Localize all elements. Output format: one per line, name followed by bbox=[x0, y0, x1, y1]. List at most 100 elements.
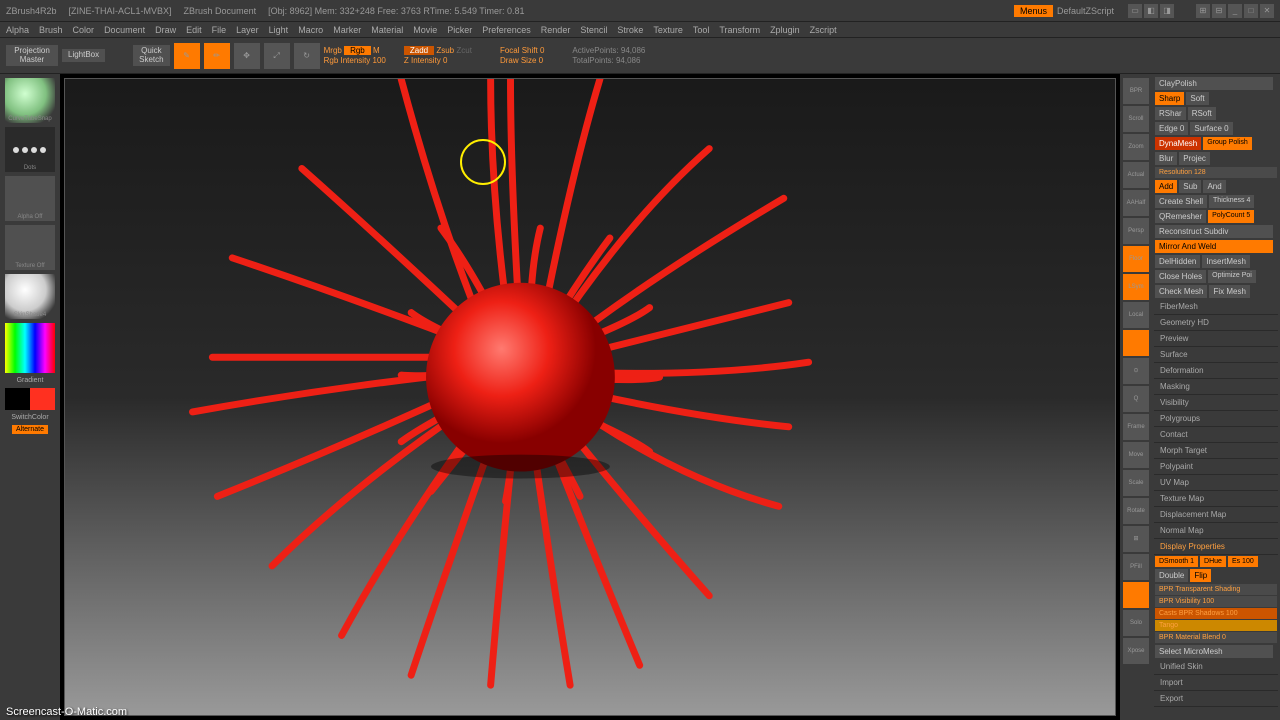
section-normalmap[interactable]: Normal Map bbox=[1154, 523, 1278, 539]
scale-button[interactable]: ⤢ bbox=[264, 43, 290, 69]
section-fibermesh[interactable]: FiberMesh bbox=[1154, 299, 1278, 315]
add-button[interactable]: Add bbox=[1155, 180, 1177, 193]
menu-color[interactable]: Color bbox=[73, 25, 95, 35]
mrgb-label[interactable]: Mrgb bbox=[324, 46, 342, 55]
sub-button[interactable]: Sub bbox=[1179, 180, 1201, 193]
menu-file[interactable]: File bbox=[212, 25, 227, 35]
lightbox-button[interactable]: LightBox bbox=[62, 49, 105, 62]
bpr-vis[interactable]: BPR Visibility 100 bbox=[1155, 596, 1277, 607]
rgb-intensity[interactable]: Rgb Intensity 100 bbox=[324, 56, 386, 65]
close-icon[interactable]: ✕ bbox=[1260, 4, 1274, 18]
zoom-button[interactable]: Zoom bbox=[1123, 134, 1149, 160]
closeholes[interactable]: Close Holes bbox=[1155, 270, 1206, 283]
win-icon[interactable]: ⊞ bbox=[1196, 4, 1210, 18]
section-surface[interactable]: Surface bbox=[1154, 347, 1278, 363]
local-button[interactable]: Local bbox=[1123, 302, 1149, 328]
menu-texture[interactable]: Texture bbox=[653, 25, 683, 35]
section-texturemap[interactable]: Texture Map bbox=[1154, 491, 1278, 507]
switchcolor-label[interactable]: SwitchColor bbox=[11, 414, 48, 421]
zsub-label[interactable]: Zsub bbox=[436, 46, 454, 55]
gradient-label[interactable]: Gradient bbox=[17, 377, 44, 384]
frame-button[interactable]: Frame bbox=[1123, 414, 1149, 440]
move-button[interactable]: Move bbox=[1123, 442, 1149, 468]
section-visibility[interactable]: Visibility bbox=[1154, 395, 1278, 411]
menu-tool[interactable]: Tool bbox=[693, 25, 710, 35]
menu-transform[interactable]: Transform bbox=[719, 25, 760, 35]
menu-stencil[interactable]: Stencil bbox=[580, 25, 607, 35]
section-polygroups[interactable]: Polygroups bbox=[1154, 411, 1278, 427]
zadd-button[interactable]: Zadd bbox=[404, 46, 434, 55]
grid-button[interactable]: ⊞ bbox=[1123, 526, 1149, 552]
and-button[interactable]: And bbox=[1203, 180, 1225, 193]
section-geometryhd[interactable]: Geometry HD bbox=[1154, 315, 1278, 331]
menu-layer[interactable]: Layer bbox=[236, 25, 259, 35]
alternate-button[interactable]: Alternate bbox=[12, 425, 48, 434]
dhue[interactable]: DHue bbox=[1200, 556, 1226, 567]
xpose-button[interactable]: Xpose bbox=[1123, 638, 1149, 664]
menu-render[interactable]: Render bbox=[541, 25, 571, 35]
texture-thumb[interactable]: Texture Off bbox=[5, 225, 55, 270]
menu-zplugin[interactable]: Zplugin bbox=[770, 25, 800, 35]
mirror-weld[interactable]: Mirror And Weld bbox=[1155, 240, 1273, 253]
lsym-button[interactable]: LSym bbox=[1123, 274, 1149, 300]
swatch-black[interactable] bbox=[5, 388, 30, 410]
zcut-label[interactable]: Zcut bbox=[456, 46, 472, 55]
stroke-thumb[interactable]: Dots bbox=[5, 127, 55, 172]
window-icon[interactable]: ◧ bbox=[1144, 4, 1158, 18]
alpha-thumb[interactable]: Alpha Off bbox=[5, 176, 55, 221]
rotate-button[interactable]: ↻ bbox=[294, 43, 320, 69]
bpr-button[interactable]: BPR bbox=[1123, 78, 1149, 104]
dynamesh-button[interactable]: DynaMesh bbox=[1155, 137, 1201, 150]
menus-button[interactable]: Menus bbox=[1014, 5, 1053, 17]
menu-movie[interactable]: Movie bbox=[413, 25, 437, 35]
menu-alpha[interactable]: Alpha bbox=[6, 25, 29, 35]
sharp-button[interactable]: Sharp bbox=[1155, 92, 1184, 105]
dsmooth[interactable]: DSmooth 1 bbox=[1155, 556, 1198, 567]
win-icon[interactable]: ⊟ bbox=[1212, 4, 1226, 18]
menu-preferences[interactable]: Preferences bbox=[482, 25, 531, 35]
es[interactable]: Es 100 bbox=[1228, 556, 1258, 567]
draw-button[interactable]: ✏ bbox=[204, 43, 230, 69]
menu-stroke[interactable]: Stroke bbox=[617, 25, 643, 35]
rt-button[interactable] bbox=[1123, 330, 1149, 356]
section-display-props[interactable]: Display Properties bbox=[1154, 539, 1278, 555]
surface-slider[interactable]: Surface 0 bbox=[1190, 122, 1232, 135]
section-polypaint[interactable]: Polypaint bbox=[1154, 459, 1278, 475]
window-icon[interactable]: ◨ bbox=[1160, 4, 1174, 18]
section-contact[interactable]: Contact bbox=[1154, 427, 1278, 443]
reconstruct-subdiv[interactable]: Reconstruct Subdiv bbox=[1155, 225, 1273, 238]
floor-button[interactable]: Floor bbox=[1123, 246, 1149, 272]
rt-button[interactable]: ⊙ bbox=[1123, 358, 1149, 384]
section-displacement[interactable]: Displacement Map bbox=[1154, 507, 1278, 523]
blur-button[interactable]: Blur bbox=[1155, 152, 1177, 165]
viewport[interactable] bbox=[64, 78, 1116, 716]
rt-button[interactable] bbox=[1123, 582, 1149, 608]
flip[interactable]: Flip bbox=[1190, 569, 1211, 582]
pfill-button[interactable]: PFill bbox=[1123, 554, 1149, 580]
menu-zscript[interactable]: Zscript bbox=[810, 25, 837, 35]
section-uvmap[interactable]: UV Map bbox=[1154, 475, 1278, 491]
delhidden[interactable]: DelHidden bbox=[1155, 255, 1200, 268]
section-preview[interactable]: Preview bbox=[1154, 331, 1278, 347]
move-button[interactable]: ✥ bbox=[234, 43, 260, 69]
solo-button[interactable]: Solo bbox=[1123, 610, 1149, 636]
section-unified-skin[interactable]: Unified Skin bbox=[1154, 659, 1278, 675]
projection-master-button[interactable]: Projection Master bbox=[6, 45, 58, 67]
section-export[interactable]: Export bbox=[1154, 691, 1278, 707]
menu-brush[interactable]: Brush bbox=[39, 25, 63, 35]
focal-shift[interactable]: Focal Shift 0 bbox=[500, 46, 544, 55]
menu-edit[interactable]: Edit bbox=[186, 25, 202, 35]
scale-button[interactable]: Scale bbox=[1123, 470, 1149, 496]
polycount[interactable]: PolyCount 5 bbox=[1208, 210, 1254, 223]
m-label[interactable]: M bbox=[373, 46, 380, 55]
material-thumb[interactable]: SkinShade4 bbox=[5, 274, 55, 319]
section-masking[interactable]: Masking bbox=[1154, 379, 1278, 395]
menu-draw[interactable]: Draw bbox=[155, 25, 176, 35]
bpr-tango[interactable]: Tango bbox=[1155, 620, 1277, 631]
optimize[interactable]: Optimize Poi bbox=[1208, 270, 1256, 283]
edge-slider[interactable]: Edge 0 bbox=[1155, 122, 1188, 135]
rotate-button[interactable]: Rotate bbox=[1123, 498, 1149, 524]
select-micromesh[interactable]: Select MicroMesh bbox=[1155, 645, 1273, 658]
persp-button[interactable]: Persp bbox=[1123, 218, 1149, 244]
qremesher[interactable]: QRemesher bbox=[1155, 210, 1206, 223]
